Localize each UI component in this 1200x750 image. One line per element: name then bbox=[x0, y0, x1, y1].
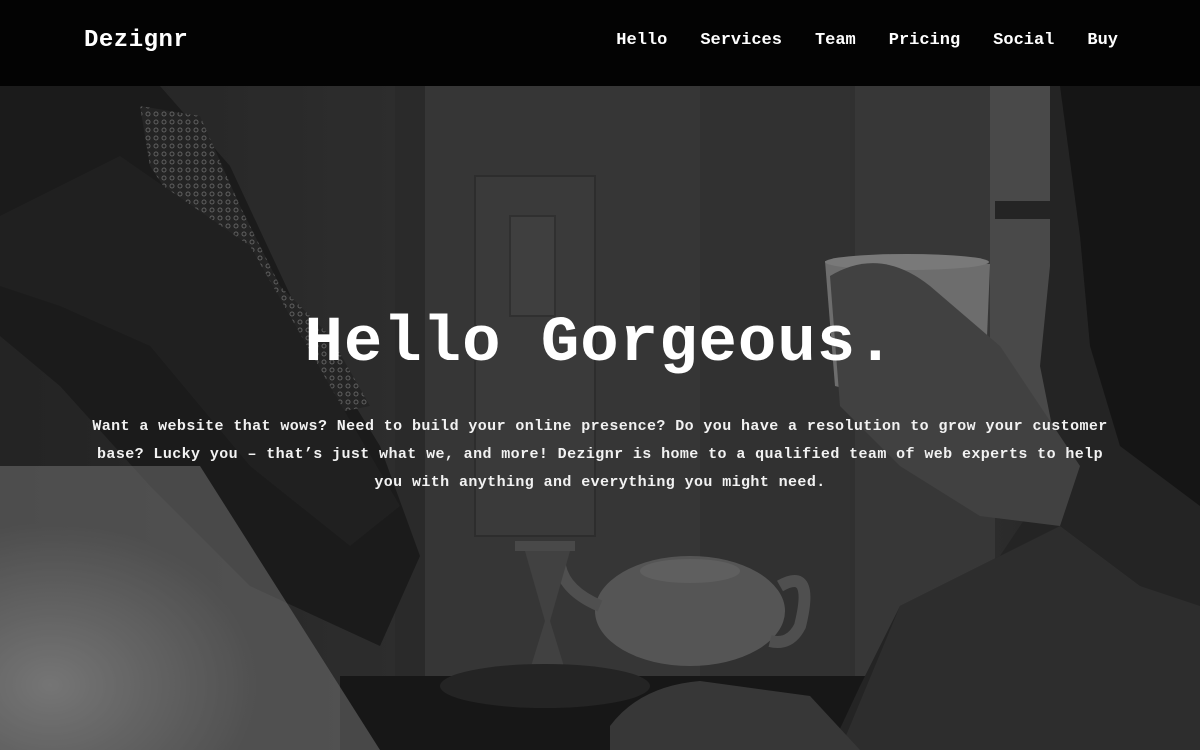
nav-link-hello[interactable]: Hello bbox=[616, 31, 667, 50]
hero-title: Hello Gorgeous. bbox=[304, 308, 896, 380]
page: Dezignr Hello Services Team Pricing Soci… bbox=[0, 0, 1200, 750]
brand-logo[interactable]: Dezignr bbox=[84, 27, 188, 54]
hero-section: Hello Gorgeous. Want a website that wows… bbox=[0, 86, 1200, 750]
nav-link-pricing[interactable]: Pricing bbox=[889, 31, 960, 50]
nav-link-team[interactable]: Team bbox=[815, 31, 856, 50]
nav-menu: Hello Services Team Pricing Social Buy bbox=[583, 31, 1118, 50]
hero-description: Want a website that wows? Need to build … bbox=[92, 418, 1108, 491]
nav-link-buy[interactable]: Buy bbox=[1087, 31, 1118, 50]
nav-link-services[interactable]: Services bbox=[700, 31, 782, 50]
hero-content: Hello Gorgeous. Want a website that wows… bbox=[0, 86, 1200, 750]
top-navbar: Dezignr Hello Services Team Pricing Soci… bbox=[0, 0, 1200, 86]
nav-link-social[interactable]: Social bbox=[993, 31, 1054, 50]
